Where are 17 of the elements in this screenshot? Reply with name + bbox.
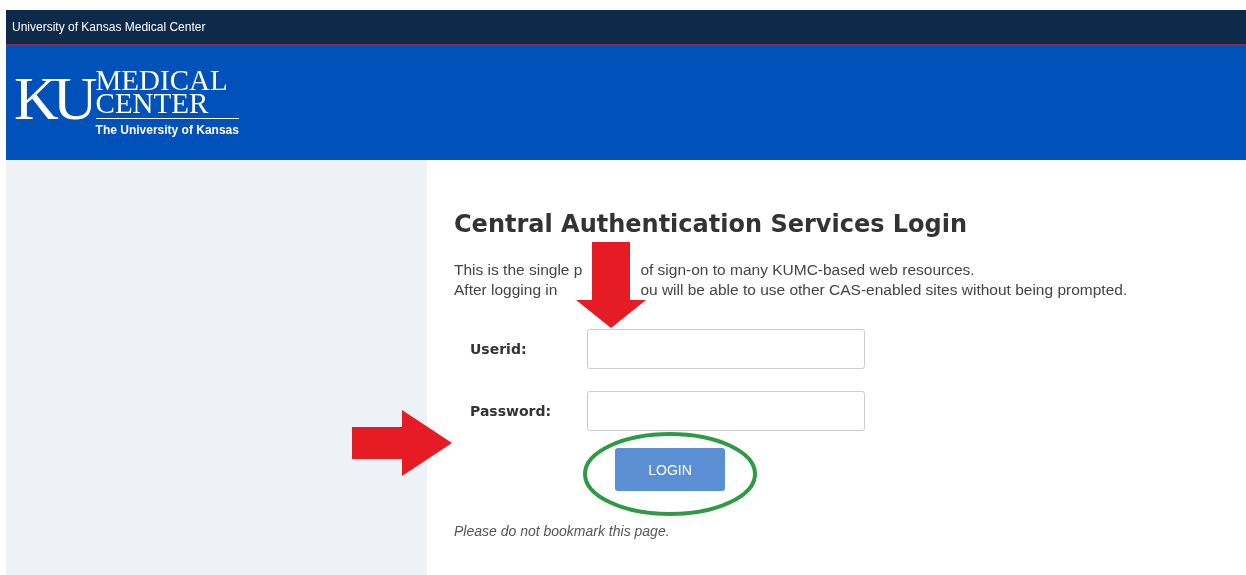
intro-text: ou will be able to use other CAS-enabled sites without being prompted. (640, 280, 1128, 300)
logo-subtitle: The University of Kansas (95, 123, 239, 137)
field-label: Password: (469, 403, 553, 419)
site-title: University of Kansas Medical Center (12, 20, 206, 34)
intro-text: of sign-on to many KUMC-based web resources. (640, 260, 976, 280)
intro-text: This is the single p (454, 260, 583, 280)
logo-text: MEDICAL (95, 69, 229, 92)
intro-text: After logging in (454, 280, 559, 300)
login-button[interactable]: LOGIN (615, 448, 725, 491)
page-title: Central Authentication Services Login (454, 210, 969, 238)
input-field[interactable] (587, 391, 865, 431)
logo-text: CENTER (95, 92, 239, 119)
right-arrow-icon (352, 410, 452, 476)
logo-monogram: KU (14, 69, 92, 127)
field-label: Userid: (469, 341, 528, 357)
note-text: Please do not bookmark this page. (454, 523, 671, 539)
input-field[interactable] (587, 329, 865, 369)
